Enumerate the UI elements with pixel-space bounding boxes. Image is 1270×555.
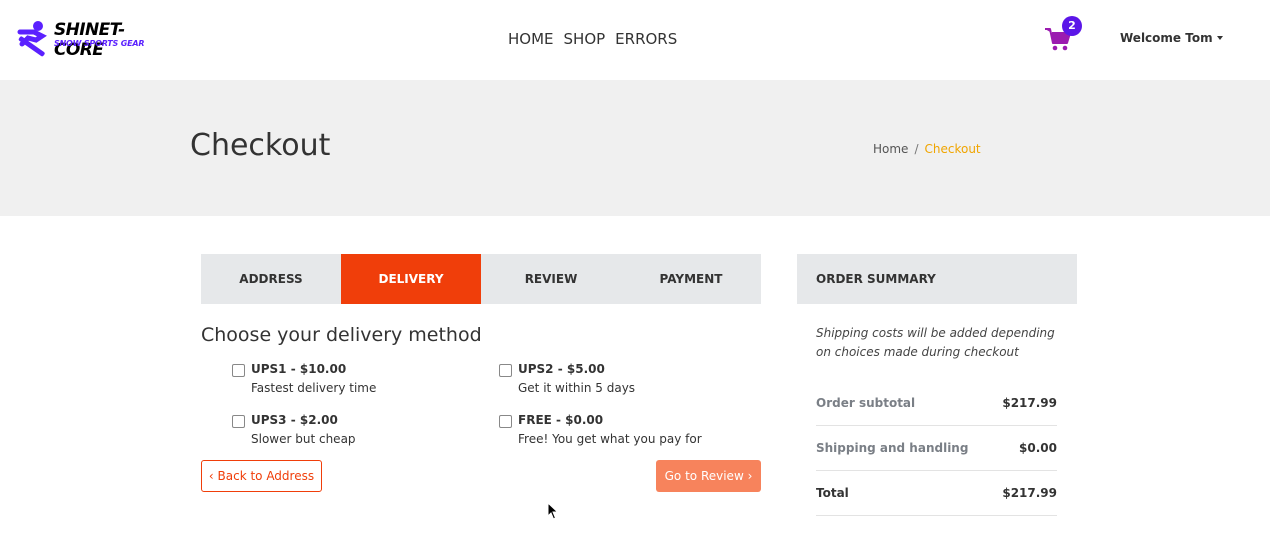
tab-payment[interactable]: PAYMENT	[621, 254, 761, 304]
summary-value: $0.00	[1019, 441, 1057, 455]
nav-errors-link[interactable]: ERRORS	[615, 30, 677, 48]
summary-label: Shipping and handling	[816, 441, 969, 455]
breadcrumb-separator: /	[914, 142, 919, 156]
delivery-option-name: FREE - $0.00	[518, 413, 604, 427]
top-navbar: SHINET-CORE SNOW SPORTS GEAR HOME SHOP E…	[0, 0, 1270, 80]
tab-address[interactable]: ADDRESS	[201, 254, 341, 304]
page-title: Checkout	[190, 128, 331, 163]
main-nav: HOME SHOP ERRORS	[508, 30, 677, 48]
delivery-option-desc: Free! You get what you pay for	[518, 432, 702, 446]
cart-count-badge: 2	[1062, 16, 1082, 36]
summary-value: $217.99	[1002, 486, 1057, 500]
delivery-checkbox[interactable]	[232, 364, 245, 377]
breadcrumb-current: Checkout	[924, 142, 981, 156]
summary-label: Order subtotal	[816, 396, 916, 410]
user-menu-dropdown[interactable]: Welcome Tom	[1120, 31, 1223, 45]
delivery-option-name: UPS1 - $10.00	[251, 362, 347, 376]
delivery-option-name: UPS2 - $5.00	[518, 362, 605, 376]
go-to-review-button[interactable]: Go to Review ›	[656, 460, 761, 492]
summary-label: Total	[816, 486, 849, 500]
checkout-steps-tabs: ADDRESS DELIVERY REVIEW PAYMENT	[201, 254, 761, 304]
delivery-checkbox[interactable]	[499, 415, 512, 428]
delivery-option-desc: Slower but cheap	[251, 432, 356, 446]
tab-review[interactable]: REVIEW	[481, 254, 621, 304]
page-hero: Checkout Home / Checkout	[0, 80, 1270, 216]
summary-row-subtotal: Order subtotal $217.99	[816, 381, 1057, 426]
summary-value: $217.99	[1002, 396, 1057, 410]
delivery-option-desc: Fastest delivery time	[251, 381, 377, 395]
delivery-checkbox[interactable]	[499, 364, 512, 377]
back-to-address-button[interactable]: ‹ Back to Address	[201, 460, 322, 492]
delivery-option-name: UPS3 - $2.00	[251, 413, 338, 427]
summary-row-shipping: Shipping and handling $0.00	[816, 426, 1057, 471]
mouse-pointer-icon	[547, 502, 559, 520]
breadcrumb-home-link[interactable]: Home	[873, 142, 908, 156]
breadcrumb: Home / Checkout	[873, 142, 981, 156]
tab-delivery[interactable]: DELIVERY	[341, 254, 481, 304]
welcome-label: Welcome Tom	[1120, 31, 1213, 45]
brand-tagline: SNOW SPORTS GEAR	[54, 39, 145, 48]
nav-home-link[interactable]: HOME	[508, 30, 554, 48]
delivery-option-desc: Get it within 5 days	[518, 381, 636, 395]
order-summary-title: ORDER SUMMARY	[797, 254, 1077, 304]
order-summary-note: Shipping costs will be added depending o…	[816, 326, 1055, 359]
brand-logo[interactable]: SHINET-CORE SNOW SPORTS GEAR	[14, 18, 154, 60]
delivery-checkbox[interactable]	[232, 415, 245, 428]
nav-shop-link[interactable]: SHOP	[564, 30, 606, 48]
snowboarder-logo-icon	[17, 21, 47, 57]
caret-down-icon	[1216, 36, 1223, 40]
delivery-section-title: Choose your delivery method	[201, 324, 482, 346]
summary-row-total: Total $217.99	[816, 471, 1057, 516]
